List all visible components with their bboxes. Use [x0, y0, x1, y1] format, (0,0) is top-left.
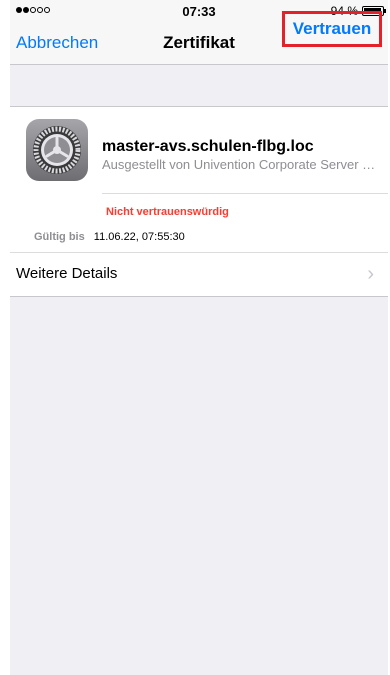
validity-row: Gültig bis 11.06.22, 07:55:30	[34, 231, 185, 243]
chevron-right-icon: ›	[367, 263, 374, 285]
trust-button[interactable]: Vertrauen	[282, 11, 382, 47]
cancel-button[interactable]: Abbrechen	[16, 22, 98, 64]
more-details-row[interactable]: Weitere Details ›	[10, 253, 388, 295]
valid-until-label: Gültig bis	[34, 231, 85, 243]
trust-status-label: Nicht vertrauenswürdig	[106, 206, 229, 218]
divider	[102, 193, 388, 194]
more-details-label: Weitere Details	[16, 265, 118, 282]
valid-until-value: 11.06.22, 07:55:30	[93, 231, 185, 243]
phone-screen: 07:33 94 % Abbrechen Zertifikat master-a…	[10, 0, 388, 675]
certificate-card: master-avs.schulen-flbg.loc Ausgestellt …	[10, 106, 388, 297]
settings-gear-icon	[26, 119, 88, 181]
certificate-issuer: Ausgestellt von Univention Corporate Ser…	[102, 157, 382, 172]
certificate-name: master-avs.schulen-flbg.loc	[102, 138, 314, 155]
